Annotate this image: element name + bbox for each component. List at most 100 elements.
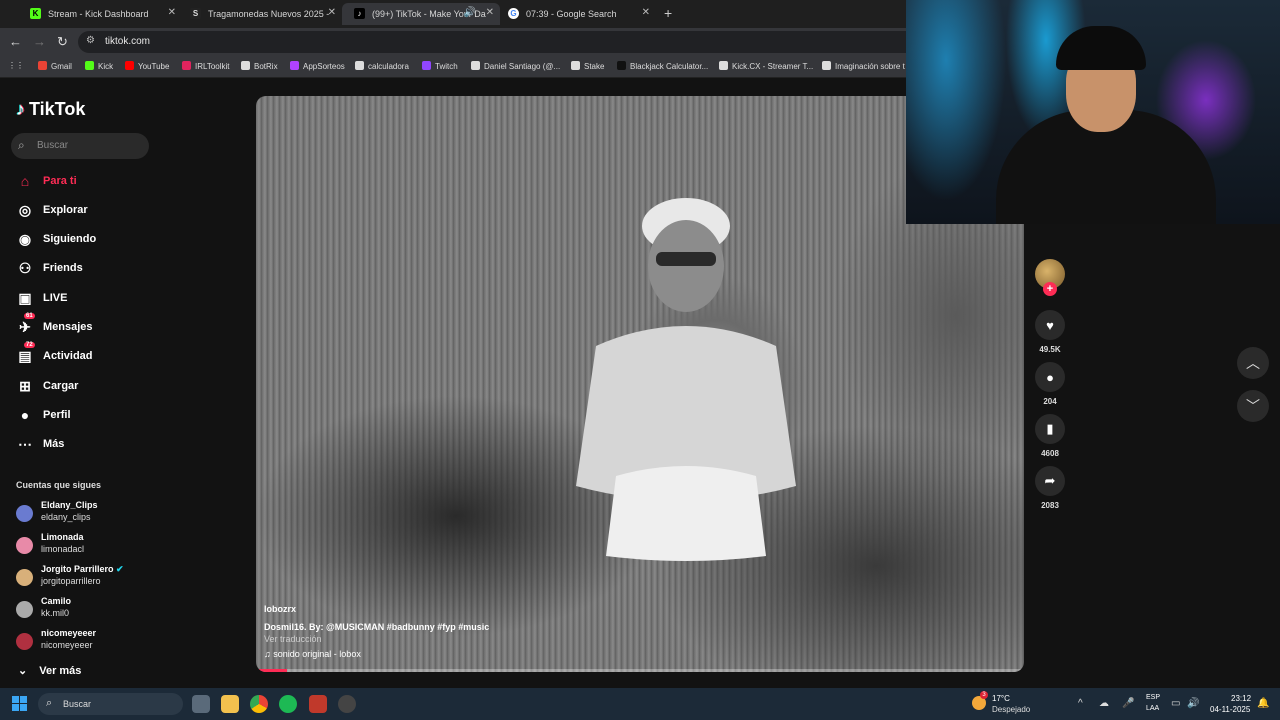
- close-tab-icon[interactable]: ✕: [486, 7, 494, 18]
- back-icon[interactable]: ←: [9, 34, 22, 49]
- avatar: [16, 601, 33, 618]
- search-input[interactable]: ⌕ Buscar: [11, 133, 149, 159]
- bookmark-item[interactable]: BotRix: [241, 61, 278, 71]
- bookmark-label: IRLToolkit: [195, 62, 230, 71]
- clock-date[interactable]: 04-11-2025: [1210, 705, 1250, 714]
- account-name: Eldany_Clips: [41, 500, 98, 510]
- clock-time[interactable]: 23:12: [1231, 694, 1251, 703]
- logo-text: TikTok: [29, 99, 86, 119]
- account-name-text: Jorgito Parrillero: [41, 564, 114, 574]
- apps-grid-icon[interactable]: ⋮⋮: [8, 61, 24, 70]
- bookmark-item[interactable]: calculadora: [355, 61, 409, 71]
- windows-start-icon[interactable]: [12, 696, 28, 712]
- microphone-icon[interactable]: 🎤: [1122, 698, 1134, 709]
- account-name: Limonada: [41, 532, 84, 542]
- weather-temperature[interactable]: 17°C: [992, 694, 1010, 703]
- home-icon: ⌂: [20, 173, 30, 189]
- follow-plus-icon[interactable]: +: [1043, 282, 1057, 296]
- sidebar-item-explorar[interactable]: ◎ Explorar: [16, 200, 88, 220]
- bookmark-item[interactable]: YouTube: [125, 61, 169, 71]
- sidebar-item-label: Cargar: [43, 380, 79, 392]
- weather-description[interactable]: Despejado: [992, 705, 1030, 714]
- taskbar-search-placeholder: Buscar: [63, 699, 92, 709]
- notification-bell-icon[interactable]: 🔔: [1257, 698, 1269, 709]
- sidebar-item-perfil[interactable]: ● Perfil: [16, 405, 71, 425]
- spotify-icon[interactable]: [279, 695, 297, 713]
- account-handle: jorgitoparrillero: [41, 576, 101, 586]
- video-progress-bar[interactable]: [256, 669, 1024, 672]
- bookmark-item[interactable]: Imaginación sobre t: [822, 61, 905, 71]
- tab-google-search[interactable]: G 07:39 - Google Search ✕: [496, 3, 656, 25]
- chevron-up-icon: ︿: [1246, 355, 1260, 371]
- bookmark-item[interactable]: Blackjack Calculator...: [617, 61, 708, 71]
- video-username[interactable]: lobozrx: [264, 604, 296, 614]
- keyboard-layout-indicator[interactable]: LAA: [1146, 705, 1159, 712]
- sidebar-item-actividad[interactable]: ▤ 72 Actividad: [16, 342, 93, 366]
- avatar: [16, 505, 33, 522]
- sidebar-item-friends[interactable]: ⚇ Friends: [16, 258, 83, 278]
- forward-icon[interactable]: →: [33, 34, 46, 49]
- tiktok-logo[interactable]: ♪ TikTok: [16, 99, 85, 120]
- sidebar-item-m-s[interactable]: ⋯ Más: [16, 434, 64, 454]
- tab-tiktok[interactable]: ♪ (99+) TikTok - Make Your Da 🔊 ✕: [342, 3, 500, 25]
- tray-chevron-up-icon[interactable]: ^: [1078, 698, 1083, 709]
- bookmark-label: Stake: [584, 62, 605, 71]
- account-name-text: Camilo: [41, 596, 72, 606]
- search-placeholder: Buscar: [37, 140, 69, 151]
- bookmark-item[interactable]: Twitch: [422, 61, 458, 71]
- bookmark-favicon-icon: [571, 61, 580, 70]
- sidebar-item-cargar[interactable]: ⊞ Cargar: [16, 376, 78, 396]
- task-view-icon[interactable]: [192, 695, 210, 713]
- streaming-app-icon[interactable]: [309, 695, 327, 713]
- notification-badge: 72: [24, 342, 35, 348]
- url-text: tiktok.com: [105, 36, 151, 47]
- previous-video-button[interactable]: ︿: [1237, 347, 1269, 379]
- comment-button[interactable]: ● 204: [1035, 362, 1065, 406]
- bookmark-label: Imaginación sobre t: [835, 62, 905, 71]
- reload-icon[interactable]: ↻: [57, 34, 68, 50]
- network-icon[interactable]: ▭: [1171, 698, 1180, 709]
- tab-tragamonedas[interactable]: S Tragamonedas Nuevos 2025 - ✕: [178, 3, 342, 25]
- bookmark-item[interactable]: Kick.CX - Streamer T...: [719, 61, 813, 71]
- language-indicator[interactable]: ESP: [1146, 694, 1160, 701]
- chrome-icon[interactable]: [250, 695, 268, 713]
- bookmark-item[interactable]: Daniel Santiago (@...: [471, 61, 560, 71]
- taskbar-search-input[interactable]: ⌕ Buscar: [38, 693, 183, 715]
- share-button[interactable]: ➦ 2083: [1035, 466, 1065, 510]
- close-tab-icon[interactable]: ✕: [642, 7, 650, 18]
- sound-link[interactable]: ♫ sonido original - lobox: [264, 649, 361, 659]
- like-button[interactable]: ♥ 49.5K: [1035, 310, 1065, 354]
- sidebar-item-para-ti[interactable]: ⌂ Para ti: [16, 171, 77, 191]
- bookmark-item[interactable]: Stake: [571, 61, 604, 71]
- bookmark-label: Kick: [98, 62, 114, 71]
- see-more-button[interactable]: ⌄ Ver más: [18, 664, 81, 677]
- account-handle: limonadacl: [41, 544, 85, 554]
- obs-icon[interactable]: [338, 695, 356, 713]
- new-tab-button[interactable]: +: [664, 5, 672, 21]
- file-explorer-icon[interactable]: [221, 695, 239, 713]
- sidebar-item-label: LIVE: [43, 292, 68, 304]
- url-field[interactable]: [78, 31, 918, 53]
- tab-kick-dashboard[interactable]: K Stream - Kick Dashboard ✕: [18, 3, 182, 25]
- bookmark-item[interactable]: AppSorteos: [290, 61, 345, 71]
- onedrive-cloud-icon[interactable]: ☁: [1099, 698, 1109, 709]
- profile-icon: ●: [20, 407, 30, 423]
- sidebar-item-siguiendo[interactable]: ◉ Siguiendo: [16, 229, 96, 249]
- sidebar-item-mensajes[interactable]: ✈ 61 Mensajes: [16, 313, 93, 337]
- site-info-icon[interactable]: ⚙: [86, 35, 95, 46]
- account-name: nicomeyeeer: [41, 628, 96, 638]
- bookmark-item[interactable]: Gmail: [38, 61, 72, 71]
- next-video-button[interactable]: ﹀: [1237, 390, 1269, 422]
- close-tab-icon[interactable]: ✕: [328, 7, 336, 18]
- sidebar-item-live[interactable]: ▣ LIVE: [16, 288, 67, 308]
- bookmark-favicon-icon: [290, 61, 299, 70]
- speaker-icon[interactable]: 🔊: [464, 7, 476, 18]
- save-button[interactable]: ▮ 4608: [1035, 414, 1065, 458]
- bookmark-label: Gmail: [51, 62, 72, 71]
- sound-label: sonido original - lobox: [273, 649, 361, 659]
- close-tab-icon[interactable]: ✕: [168, 7, 176, 18]
- bookmark-item[interactable]: IRLToolkit: [182, 61, 230, 71]
- translate-link[interactable]: Ver traducción: [264, 634, 322, 644]
- volume-icon[interactable]: 🔊: [1187, 698, 1199, 709]
- bookmark-item[interactable]: Kick: [85, 61, 113, 71]
